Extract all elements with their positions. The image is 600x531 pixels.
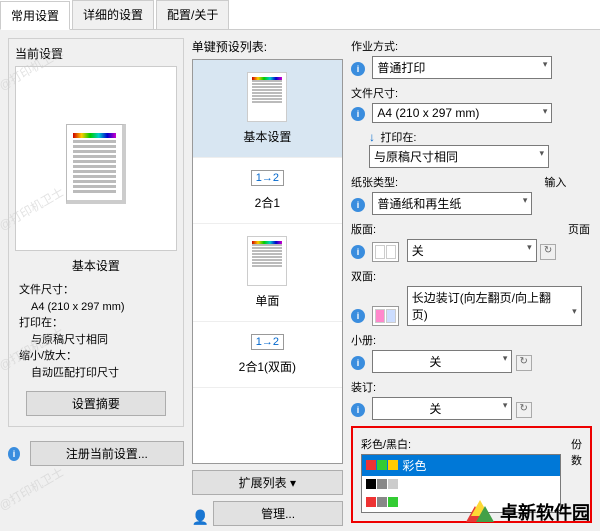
logo-icon — [466, 500, 494, 524]
preset-item[interactable]: 基本设置 — [193, 60, 342, 158]
info-icon[interactable]: i — [351, 107, 365, 121]
preset-item-label: 单面 — [193, 292, 342, 309]
row-label: 文件尺寸： — [19, 282, 173, 299]
info-icon[interactable]: i — [351, 403, 365, 417]
preset-item-label: 2合1(双面) — [193, 358, 342, 375]
info-icon[interactable]: i — [351, 245, 365, 259]
current-settings-title: 当前设置 — [15, 45, 177, 62]
job-type-select[interactable]: 普通打印 — [372, 56, 552, 79]
print-on-select[interactable]: 与原稿尺寸相同 — [369, 145, 549, 168]
site-logo: 卓新软件园 — [466, 499, 590, 525]
tab-detailed[interactable]: 详细的设置 — [72, 0, 154, 29]
preset-item[interactable]: 1→2 2合1(双面) — [193, 322, 342, 388]
preset-name-label: 基本设置 — [15, 257, 177, 274]
doc-size-label: 文件尺寸: — [351, 85, 592, 101]
preset-item-label: 2合1 — [193, 194, 342, 211]
current-settings-group: 当前设置 基本设置 文件尺寸： A4 (210 x 297 mm) 打印在： 与… — [8, 38, 184, 427]
info-icon[interactable]: i — [351, 62, 365, 76]
booklet-detail-button[interactable]: ↻ — [516, 355, 532, 371]
preset-item[interactable]: 1→2 2合1 — [193, 158, 342, 224]
row-label: 打印在： — [19, 315, 173, 332]
row-value: 自动匹配打印尺寸 — [19, 365, 173, 382]
doc-size-select[interactable]: A4 (210 x 297 mm) — [372, 103, 552, 123]
page-order-label: 页面 — [568, 221, 590, 237]
duplex-select[interactable]: 长边装订(向左翻页/向上翻页) — [407, 286, 582, 326]
job-type-label: 作业方式: — [351, 38, 592, 54]
duplex-preview-icon — [372, 306, 399, 326]
settings-summary: 文件尺寸： A4 (210 x 297 mm) 打印在： 与原稿尺寸相同 缩小/… — [15, 282, 177, 381]
expand-list-button[interactable]: 扩展列表 ▾ — [192, 470, 343, 495]
preset-list-title: 单键预设列表: — [192, 38, 343, 55]
info-icon[interactable]: i — [351, 309, 365, 323]
settings-summary-button[interactable]: 设置摘要 — [26, 391, 166, 416]
tab-common[interactable]: 常用设置 — [0, 1, 70, 30]
info-icon[interactable]: i — [351, 198, 365, 212]
preset-badge-icon: 1→2 — [251, 170, 284, 186]
preset-item[interactable]: 单面 — [193, 224, 342, 322]
color-mode-label: 彩色/黑白: — [361, 436, 561, 452]
color-option: 彩色 — [402, 459, 426, 473]
info-icon[interactable]: i — [351, 356, 365, 370]
document-preview-icon — [66, 124, 126, 204]
info-icon[interactable]: i — [8, 447, 20, 461]
layout-label: 版面: — [351, 221, 556, 237]
preset-item-label: 基本设置 — [193, 128, 342, 145]
row-value: 与原稿尺寸相同 — [19, 332, 173, 349]
register-settings-button[interactable]: 注册当前设置... — [30, 441, 184, 466]
layout-select[interactable]: 关 — [407, 239, 537, 262]
binding-label: 装订: — [351, 379, 592, 395]
print-on-label: 打印在: — [380, 132, 416, 144]
booklet-select[interactable]: 关 — [372, 350, 512, 373]
preset-thumb-icon — [247, 236, 287, 286]
tab-config[interactable]: 配置/关于 — [156, 0, 229, 29]
preset-thumb-icon — [247, 72, 287, 122]
row-value: A4 (210 x 297 mm) — [19, 299, 173, 316]
user-icon: 👤 — [192, 509, 209, 526]
binding-detail-button[interactable]: ↻ — [516, 402, 532, 418]
paper-type-label: 纸张类型: — [351, 174, 532, 190]
duplex-label: 双面: — [351, 268, 592, 284]
layout-preview-icon — [372, 242, 399, 262]
logo-text: 卓新软件园 — [500, 499, 590, 525]
preset-list[interactable]: 基本设置 1→2 2合1 单面 1→2 2合1(双面) — [192, 59, 343, 464]
paper-type-select[interactable]: 普通纸和再生纸 — [372, 192, 532, 215]
arrow-down-icon: ↓ — [369, 130, 375, 144]
color-option-bw[interactable] — [362, 476, 560, 494]
preset-badge-icon: 1→2 — [251, 334, 284, 350]
binding-select[interactable]: 关 — [372, 397, 512, 420]
layout-detail-button[interactable]: ↻ — [540, 244, 556, 260]
copies-label: 份数 — [571, 436, 582, 468]
booklet-label: 小册: — [351, 332, 592, 348]
input-tray-label: 输入 — [544, 174, 566, 190]
manage-button[interactable]: 管理... — [213, 501, 343, 526]
preview-box — [15, 66, 177, 251]
row-label: 缩小/放大： — [19, 348, 173, 365]
tab-bar: 常用设置 详细的设置 配置/关于 — [0, 0, 600, 30]
